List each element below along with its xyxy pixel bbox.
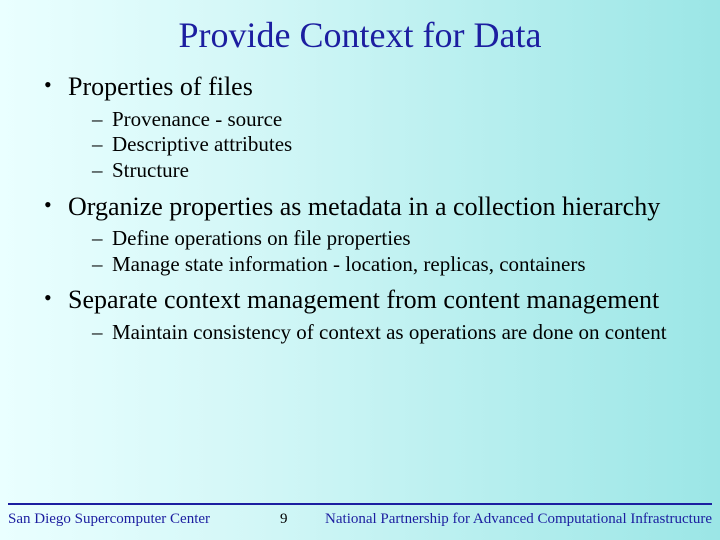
bullet-item: Organize properties as metadata in a col… (40, 192, 680, 278)
sub-text: Define operations on file properties (112, 226, 411, 250)
sub-list: Maintain consistency of context as opera… (68, 320, 680, 346)
sub-item: Structure (92, 158, 680, 184)
bullet-text: Properties of files (68, 72, 253, 101)
sub-text: Maintain consistency of context as opera… (112, 320, 667, 344)
sub-list: Define operations on file properties Man… (68, 226, 680, 277)
footer: San Diego Supercomputer Center 9 Nationa… (0, 503, 720, 528)
sub-text: Manage state information - location, rep… (112, 252, 586, 276)
sub-item: Manage state information - location, rep… (92, 252, 680, 278)
footer-page-number: 9 (280, 511, 288, 528)
sub-text: Descriptive attributes (112, 132, 292, 156)
bullet-text: Separate context management from content… (68, 285, 659, 314)
footer-right: National Partnership for Advanced Comput… (288, 511, 712, 528)
sub-item: Define operations on file properties (92, 226, 680, 252)
sub-list: Provenance - source Descriptive attribut… (68, 107, 680, 184)
slide-title: Provide Context for Data (0, 0, 720, 56)
slide-content: Properties of files Provenance - source … (0, 56, 720, 346)
bullet-item: Properties of files Provenance - source … (40, 72, 680, 184)
footer-rule (8, 503, 712, 505)
footer-left: San Diego Supercomputer Center (8, 511, 210, 528)
sub-item: Descriptive attributes (92, 132, 680, 158)
bullet-item: Separate context management from content… (40, 285, 680, 345)
slide: Provide Context for Data Properties of f… (0, 0, 720, 540)
sub-text: Provenance - source (112, 107, 282, 131)
footer-row: San Diego Supercomputer Center 9 Nationa… (8, 511, 712, 528)
bullet-list: Properties of files Provenance - source … (40, 72, 680, 346)
sub-item: Provenance - source (92, 107, 680, 133)
sub-item: Maintain consistency of context as opera… (92, 320, 680, 346)
bullet-text: Organize properties as metadata in a col… (68, 192, 660, 221)
sub-text: Structure (112, 158, 189, 182)
